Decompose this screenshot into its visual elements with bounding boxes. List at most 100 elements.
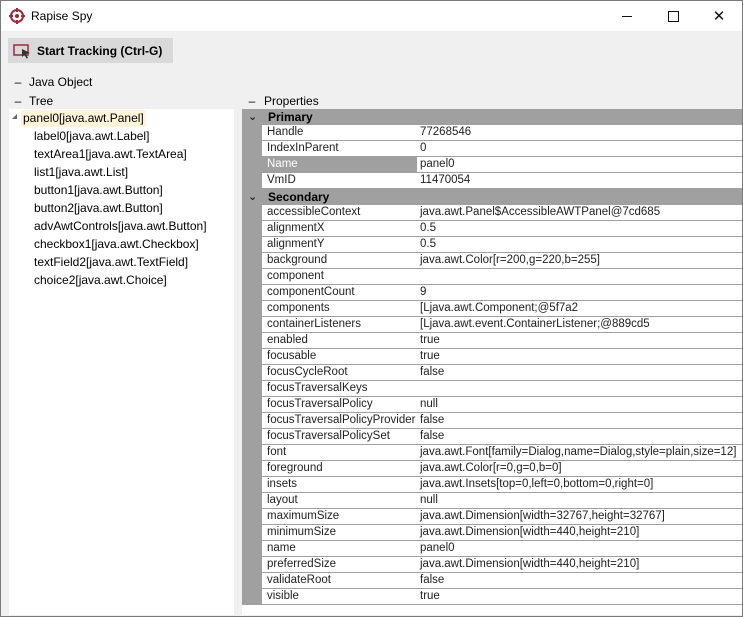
property-row[interactable]: containerListeners [Ljava.awt.event.Conta… — [242, 317, 742, 333]
property-value[interactable]: true — [417, 589, 742, 605]
property-name[interactable]: foreground — [262, 461, 421, 477]
property-value[interactable]: [Ljava.awt.Component;@5f7a2 — [417, 301, 742, 317]
tree-item-choice2[interactable]: choice2[java.awt.Choice] — [34, 272, 167, 289]
property-row[interactable]: maximumSize java.awt.Dimension[width=3276… — [242, 509, 742, 525]
property-value[interactable]: java.awt.Color[r=0,g=0,b=0] — [417, 461, 742, 477]
tree-item-button2[interactable]: button2[java.awt.Button] — [34, 200, 163, 217]
property-row[interactable]: focusable true — [242, 349, 742, 365]
java-object-header[interactable]: – Java Object — [14, 75, 134, 89]
tree-item-panel0[interactable]: panel0[java.awt.Panel] — [21, 110, 146, 127]
property-value[interactable]: 0.5 — [417, 237, 742, 253]
category-primary[interactable]: ⌄ Primary — [242, 109, 742, 125]
property-row[interactable]: enabled true — [242, 333, 742, 349]
property-value[interactable]: 77268546 — [417, 125, 742, 141]
property-value[interactable]: java.awt.Dimension[width=440,height=210] — [417, 525, 742, 541]
property-value[interactable]: [Ljava.awt.event.ContainerListener;@889c… — [417, 317, 742, 333]
property-name[interactable]: validateRoot — [262, 573, 421, 589]
property-value[interactable]: panel0 — [417, 541, 742, 557]
tree-item-advawtcontrols[interactable]: advAwtControls[java.awt.Button] — [34, 218, 207, 235]
property-value[interactable]: panel0 — [417, 157, 742, 173]
property-name[interactable]: maximumSize — [262, 509, 421, 525]
property-row[interactable]: preferredSize java.awt.Dimension[width=44… — [242, 557, 742, 573]
title-bar[interactable]: Rapise Spy ✕ — [1, 1, 742, 31]
properties-header[interactable]: – Properties — [248, 94, 368, 108]
tree-item-textfield2[interactable]: textField2[java.awt.TextField] — [34, 254, 188, 271]
property-name[interactable]: minimumSize — [262, 525, 421, 541]
property-grid[interactable]: ⌄ Primary Handle 77268546 IndexInParent 0 Na… — [242, 109, 742, 615]
property-row[interactable]: font java.awt.Font[family=Dialog,name=Dia… — [242, 445, 742, 461]
property-value[interactable]: 0 — [417, 141, 742, 157]
property-value[interactable]: 0.5 — [417, 221, 742, 237]
property-value[interactable]: null — [417, 493, 742, 509]
minimize-button[interactable] — [604, 1, 650, 31]
tree-header[interactable]: – Tree — [14, 94, 134, 108]
property-row[interactable]: VmID 11470054 — [242, 173, 742, 189]
property-value[interactable]: false — [417, 429, 742, 445]
property-value[interactable]: java.awt.Insets[top=0,left=0,bottom=0,ri… — [417, 477, 742, 493]
tree-item-checkbox1[interactable]: checkbox1[java.awt.Checkbox] — [34, 236, 199, 253]
property-name[interactable]: background — [262, 253, 421, 269]
property-row[interactable]: component — [242, 269, 742, 285]
property-row[interactable]: Handle 77268546 — [242, 125, 742, 141]
property-row[interactable]: IndexInParent 0 — [242, 141, 742, 157]
property-name[interactable]: enabled — [262, 333, 421, 349]
property-row[interactable]: background java.awt.Color[r=200,g=220,b=2… — [242, 253, 742, 269]
property-row[interactable]: alignmentX 0.5 — [242, 221, 742, 237]
property-value[interactable]: java.awt.Color[r=200,g=220,b=255] — [417, 253, 742, 269]
start-tracking-button[interactable]: Start Tracking (Ctrl-G) — [8, 38, 173, 63]
property-row[interactable]: focusTraversalPolicyProvider false — [242, 413, 742, 429]
tree-item-label0[interactable]: label0[java.awt.Label] — [34, 128, 149, 145]
property-name[interactable]: componentCount — [262, 285, 421, 301]
property-name[interactable]: accessibleContext — [262, 205, 421, 221]
property-row[interactable]: name panel0 — [242, 541, 742, 557]
category-secondary[interactable]: ⌄ Secondary — [242, 189, 742, 205]
property-value[interactable]: true — [417, 349, 742, 365]
property-name[interactable]: focusTraversalPolicyProvider — [262, 413, 421, 429]
property-row[interactable]: visible true — [242, 589, 742, 605]
property-value[interactable]: java.awt.Dimension[width=32767,height=32… — [417, 509, 742, 525]
property-value[interactable]: true — [417, 333, 742, 349]
close-button[interactable]: ✕ — [696, 1, 742, 31]
property-name[interactable]: component — [262, 269, 421, 285]
property-name[interactable]: name — [262, 541, 421, 557]
tree-item-list1[interactable]: list1[java.awt.List] — [34, 164, 128, 181]
property-name[interactable]: containerListeners — [262, 317, 421, 333]
property-name[interactable]: focusTraversalPolicySet — [262, 429, 421, 445]
property-row[interactable]: focusTraversalPolicy null — [242, 397, 742, 413]
tree-item-button1[interactable]: button1[java.awt.Button] — [34, 182, 163, 199]
property-row[interactable]: alignmentY 0.5 — [242, 237, 742, 253]
property-row[interactable]: componentCount 9 — [242, 285, 742, 301]
property-name[interactable]: layout — [262, 493, 421, 509]
maximize-button[interactable] — [650, 1, 696, 31]
property-row[interactable]: focusTraversalPolicySet false — [242, 429, 742, 445]
property-name[interactable]: alignmentY — [262, 237, 421, 253]
property-value[interactable]: java.awt.Panel$AccessibleAWTPanel@7cd685 — [417, 205, 742, 221]
property-row[interactable]: layout null — [242, 493, 742, 509]
property-name[interactable]: preferredSize — [262, 557, 421, 573]
property-value[interactable]: false — [417, 413, 742, 429]
property-value[interactable]: null — [417, 397, 742, 413]
property-value[interactable]: false — [417, 573, 742, 589]
property-value[interactable]: 9 — [417, 285, 742, 301]
property-row[interactable]: validateRoot false — [242, 573, 742, 589]
property-row[interactable]: components [Ljava.awt.Component;@5f7a2 — [242, 301, 742, 317]
property-row[interactable]: focusCycleRoot false — [242, 365, 742, 381]
property-value[interactable] — [417, 269, 742, 285]
property-row[interactable]: Name panel0 — [242, 157, 742, 173]
property-name[interactable]: focusCycleRoot — [262, 365, 421, 381]
property-name[interactable]: Name — [262, 157, 421, 173]
property-name[interactable]: font — [262, 445, 421, 461]
property-name[interactable]: components — [262, 301, 421, 317]
property-value[interactable] — [417, 381, 742, 397]
object-tree[interactable]: panel0[java.awt.Panel] label0[java.awt.L… — [9, 109, 234, 615]
property-value[interactable]: java.awt.Font[family=Dialog,name=Dialog,… — [417, 445, 742, 461]
property-name[interactable]: focusTraversalPolicy — [262, 397, 421, 413]
property-value[interactable]: false — [417, 365, 742, 381]
property-value[interactable]: java.awt.Dimension[width=440,height=210] — [417, 557, 742, 573]
property-row[interactable]: insets java.awt.Insets[top=0,left=0,botto… — [242, 477, 742, 493]
panel-splitter[interactable] — [234, 109, 242, 615]
property-row[interactable]: foreground java.awt.Color[r=0,g=0,b=0] — [242, 461, 742, 477]
property-name[interactable]: visible — [262, 589, 421, 605]
property-name[interactable]: VmID — [262, 173, 421, 189]
tree-item-textarea1[interactable]: textArea1[java.awt.TextArea] — [34, 146, 187, 163]
